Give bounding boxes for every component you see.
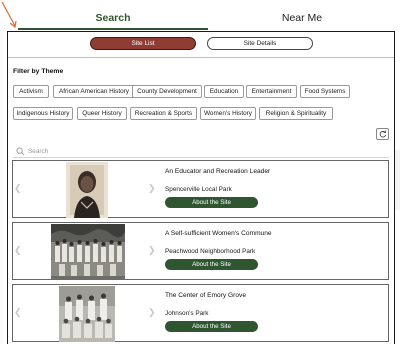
search-bar	[13, 145, 389, 158]
carousel-next-icon[interactable]: ❯	[148, 307, 156, 318]
theme-chip-womens-history[interactable]: Women's History	[200, 107, 256, 120]
site-card: ❮ ❯ An Educator and Recreation Leader Sp…	[12, 160, 389, 218]
theme-chip-entertainment[interactable]: Entertainment	[246, 85, 297, 98]
site-title: A Self-sufficient Women's Commune	[165, 230, 272, 237]
site-photo	[51, 224, 125, 280]
theme-chip-queer-history[interactable]: Queer History	[77, 107, 127, 120]
carousel-next-icon[interactable]: ❯	[148, 245, 156, 256]
site-photo	[66, 162, 108, 218]
divider	[8, 57, 394, 58]
site-list-toggle[interactable]: Site List	[90, 37, 196, 50]
background-edge	[0, 30, 4, 344]
about-site-button[interactable]: About the Site	[165, 259, 258, 270]
site-details-toggle[interactable]: Site Details	[207, 37, 313, 50]
site-park: Spencerville Local Park	[165, 186, 232, 193]
site-title: The Center of Emory Grove	[165, 292, 246, 299]
site-park: Johnson's Park	[165, 310, 209, 317]
refresh-icon	[379, 130, 386, 138]
site-park: Peachwood Neighborhood Park	[165, 248, 256, 255]
site-card: ❮	[12, 222, 389, 280]
theme-chip-religion-spirituality[interactable]: Religion & Spirituality	[259, 107, 333, 120]
site-photo	[59, 286, 115, 342]
search-icon	[16, 147, 25, 156]
theme-chip-recreation-sports[interactable]: Recreation & Sports	[130, 107, 197, 120]
theme-chip-food-systems[interactable]: Food Systems	[300, 85, 350, 98]
theme-chip-indigenous-history[interactable]: Indigenous History	[13, 107, 73, 120]
carousel-prev-icon[interactable]: ❮	[14, 183, 22, 194]
about-site-button[interactable]: About the Site	[165, 321, 258, 332]
theme-chip-activism[interactable]: Activism	[13, 85, 49, 98]
background-edge	[395, 150, 400, 210]
about-site-button[interactable]: About the Site	[165, 197, 258, 208]
theme-chip-education[interactable]: Education	[204, 85, 244, 98]
site-title: An Educator and Recreation Leader	[165, 168, 271, 175]
site-card: ❮	[12, 284, 389, 342]
search-input[interactable]	[28, 145, 383, 157]
carousel-prev-icon[interactable]: ❮	[14, 307, 22, 318]
carousel-prev-icon[interactable]: ❮	[14, 245, 22, 256]
search-panel: Site List Site Details Filter by Theme A…	[7, 31, 395, 344]
reset-filters-button[interactable]	[376, 128, 389, 140]
theme-chip-african-american-history[interactable]: African American History	[53, 85, 135, 98]
carousel-next-icon[interactable]: ❯	[148, 183, 156, 194]
tab-search[interactable]: Search	[18, 8, 208, 30]
tab-bar: Search Near Me	[10, 8, 400, 30]
theme-chip-county-development[interactable]: County Development	[132, 85, 202, 98]
filter-heading: Filter by Theme	[13, 68, 64, 75]
tab-near-me[interactable]: Near Me	[214, 8, 390, 30]
